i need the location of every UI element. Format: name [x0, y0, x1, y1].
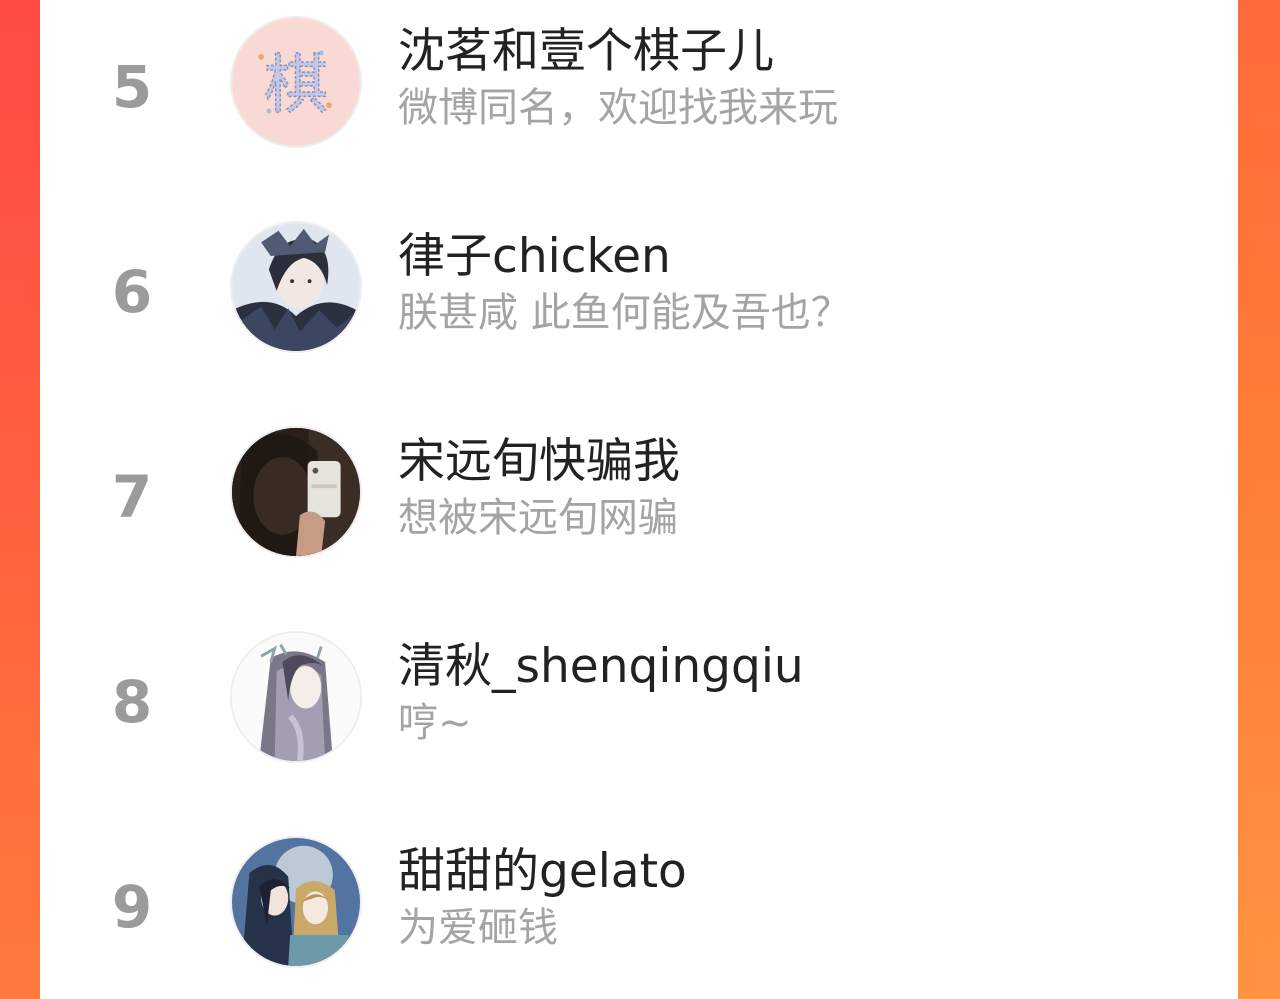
leaderboard-row[interactable]: 8 清秋_shenqingqiu 哼~ — [40, 625, 1238, 775]
leaderboard-row[interactable]: 5 棋 沈茗和壹个棋子儿 微博同名，欢迎找我来玩 — [40, 10, 1238, 160]
user-avatar[interactable] — [230, 836, 362, 968]
leaderboard-row[interactable]: 9 甜甜的gelato 为爱砸钱 — [40, 830, 1238, 980]
user-description: 为爱砸钱 — [398, 905, 558, 951]
background-gradient-right — [1238, 0, 1280, 999]
user-description: 哼~ — [398, 700, 472, 746]
selfie-photo-avatar-icon — [232, 428, 360, 556]
page: 5 棋 沈茗和壹个棋子儿 微博同名，欢迎找我来玩 6 律子chicken 朕甚咸… — [0, 0, 1280, 999]
leaderboard-row[interactable]: 7 宋远旬快骗我 想被宋远旬网骗 — [40, 420, 1238, 570]
user-name[interactable]: 清秋_shenqingqiu — [398, 643, 804, 690]
user-avatar[interactable]: 棋 — [230, 16, 362, 148]
qi-character-avatar-icon: 棋 — [232, 18, 360, 146]
rank-number: 8 — [111, 668, 153, 736]
rank-number: 7 — [111, 463, 153, 531]
user-name[interactable]: 甜甜的gelato — [398, 848, 687, 895]
rank-number: 5 — [111, 53, 153, 121]
user-description: 微博同名，欢迎找我来玩 — [398, 85, 838, 131]
leaderboard-row[interactable]: 6 律子chicken 朕甚咸 此鱼何能及吾也？ — [40, 215, 1238, 365]
user-avatar[interactable] — [230, 221, 362, 353]
leaderboard-panel: 5 棋 沈茗和壹个棋子儿 微博同名，欢迎找我来玩 6 律子chicken 朕甚咸… — [40, 0, 1238, 999]
user-description: 朕甚咸 此鱼何能及吾也？ — [398, 290, 851, 336]
avatar-glyph: 棋 — [264, 49, 328, 123]
user-name[interactable]: 律子chicken — [398, 233, 671, 280]
user-name[interactable]: 沈茗和壹个棋子儿 — [398, 28, 774, 75]
user-description: 想被宋远旬网骗 — [398, 495, 678, 541]
ink-painting-character-avatar-icon — [232, 633, 360, 761]
rank-number: 9 — [111, 873, 153, 941]
user-name[interactable]: 宋远旬快骗我 — [398, 438, 680, 485]
user-avatar[interactable] — [230, 426, 362, 558]
anime-character-avatar-icon — [232, 223, 360, 351]
user-avatar[interactable] — [230, 631, 362, 763]
rank-number: 6 — [111, 258, 153, 326]
moonlight-couple-avatar-icon — [232, 838, 360, 966]
